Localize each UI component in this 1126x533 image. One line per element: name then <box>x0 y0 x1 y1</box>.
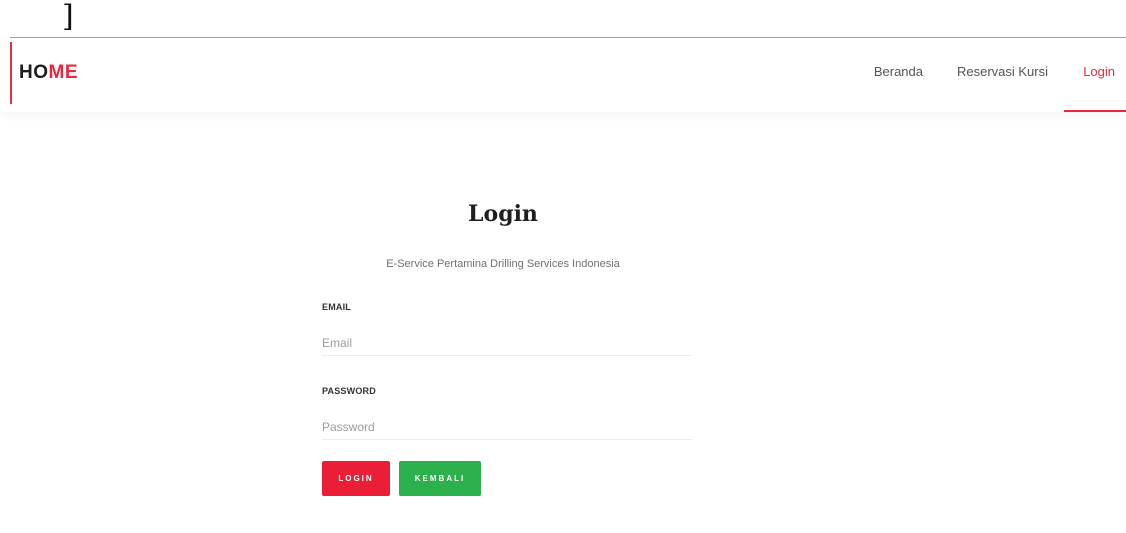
email-field[interactable] <box>322 330 692 356</box>
brand-text-dark: HO <box>19 62 49 83</box>
stray-bracket-text: ] <box>62 0 74 34</box>
navbar-left-accent <box>10 42 12 104</box>
email-label: EMAIL <box>322 302 351 312</box>
nav-item-beranda[interactable]: Beranda <box>874 64 923 79</box>
nav-item-login[interactable]: Login <box>1083 64 1115 79</box>
password-field[interactable] <box>322 414 692 440</box>
nav-active-indicator <box>1064 110 1126 112</box>
brand-text-red: ME <box>48 62 78 83</box>
password-label: PASSWORD <box>322 386 376 396</box>
login-button[interactable]: LOGIN <box>322 461 390 496</box>
page-subtitle: E-Service Pertamina Drilling Services In… <box>386 258 620 270</box>
nav-item-reservasi-kursi[interactable]: Reservasi Kursi <box>957 64 1048 79</box>
back-button[interactable]: KEMBALI <box>399 461 481 496</box>
page-title: Login <box>468 201 538 227</box>
brand-logo[interactable]: HOME <box>19 62 78 84</box>
navbar: HOME Beranda Reservasi Kursi Login <box>0 38 1126 112</box>
